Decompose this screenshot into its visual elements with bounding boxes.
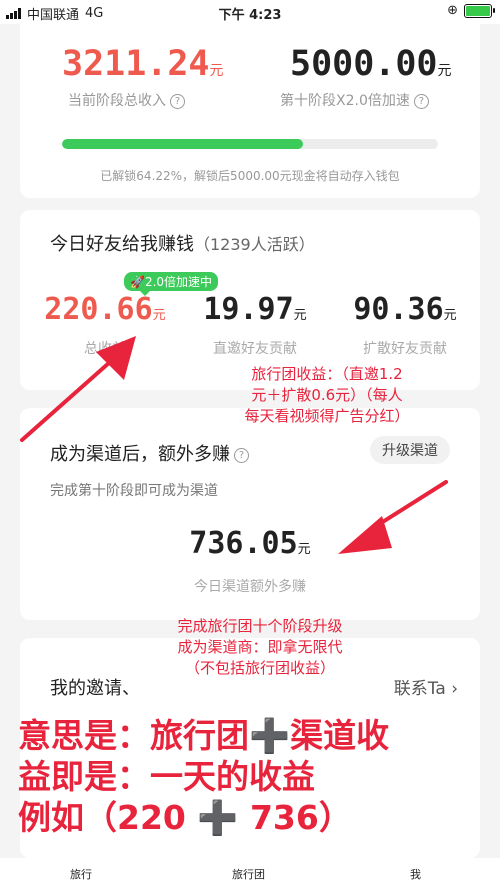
stage-income-value: 3211.24元 (62, 44, 224, 84)
annotation-note-3: 意思是：旅行团➕渠道收 益即是：一天的收益 例如（220 ➕ 736） (18, 716, 390, 837)
contact-link[interactable]: 联系Ta › (394, 674, 458, 699)
direct-invite-value: 19.97元 (203, 292, 307, 327)
clock: 下午 4:23 (218, 8, 282, 23)
total-earnings-label: 总收益 (84, 341, 126, 357)
orientation-lock-icon: ⊕ (447, 3, 458, 18)
direct-invite-label: 直邀好友贡献 (213, 341, 297, 357)
total-earnings-value: 220.66元 (44, 292, 166, 327)
spread-invite-label: 扩散好友贡献 (363, 341, 447, 357)
status-bar: 中国联通 4G 下午 4:23 ⊕ (0, 0, 500, 24)
rocket-icon: 🚀 (130, 275, 145, 289)
stage-income-label: 当前阶段总收入? (68, 90, 185, 110)
tab-travel-group[interactable]: 旅行团 (232, 866, 265, 882)
stage-bonus-value: 5000.00元 (290, 44, 452, 84)
channel-extra-value: 736.05元 (189, 526, 311, 561)
stage-card: 3211.24元 当前阶段总收入? 5000.00元 第十阶段X2.0倍加速? … (20, 22, 480, 198)
channel-card: 成为渠道后，额外多赚? 升级渠道 完成第十阶段即可成为渠道 736.05元 今日… (20, 408, 480, 620)
bottom-tab-bar: 旅行 旅行团 我 (0, 858, 500, 888)
tab-me[interactable]: 我 (410, 866, 421, 882)
friends-earnings-card: 今日好友给我赚钱（1239人活跃） 🚀2.0倍加速中 220.66元 总收益 1… (20, 210, 480, 390)
invitation-title: 我的邀请、 (50, 678, 140, 699)
chevron-right-icon: › (451, 679, 458, 699)
boost-badge: 🚀2.0倍加速中 (124, 272, 219, 296)
help-icon[interactable]: ? (413, 93, 429, 109)
upgrade-channel-button[interactable]: 升级渠道 (370, 436, 450, 464)
spread-invite-value: 90.36元 (353, 292, 457, 327)
battery-icon (464, 3, 495, 18)
tab-travel[interactable]: 旅行 (70, 866, 92, 882)
unlock-progress-bar (62, 139, 438, 149)
stage-bonus-label: 第十阶段X2.0倍加速? (280, 90, 429, 110)
friends-title: 今日好友给我赚钱（1239人活跃） (50, 234, 315, 255)
channel-extra-label: 今日渠道额外多赚 (194, 579, 306, 595)
help-icon[interactable]: ? (170, 93, 185, 109)
unlock-note: 已解锁64.22%，解锁后5000.00元现金将自动存入钱包 (100, 169, 400, 183)
channel-title: 成为渠道后，额外多赚? (50, 440, 249, 466)
annotation-note-1: 旅行团收益：（直邀1.2 元＋扩散0.6元）（每人 每天看视频得广告分红） (244, 365, 410, 425)
annotation-note-2: 完成旅行团十个阶段升级 成为渠道商：即拿无限代 （不包括旅行团收益） (177, 617, 343, 677)
help-icon[interactable]: ? (234, 447, 249, 463)
channel-subtitle: 完成第十阶段即可成为渠道 (50, 483, 218, 499)
